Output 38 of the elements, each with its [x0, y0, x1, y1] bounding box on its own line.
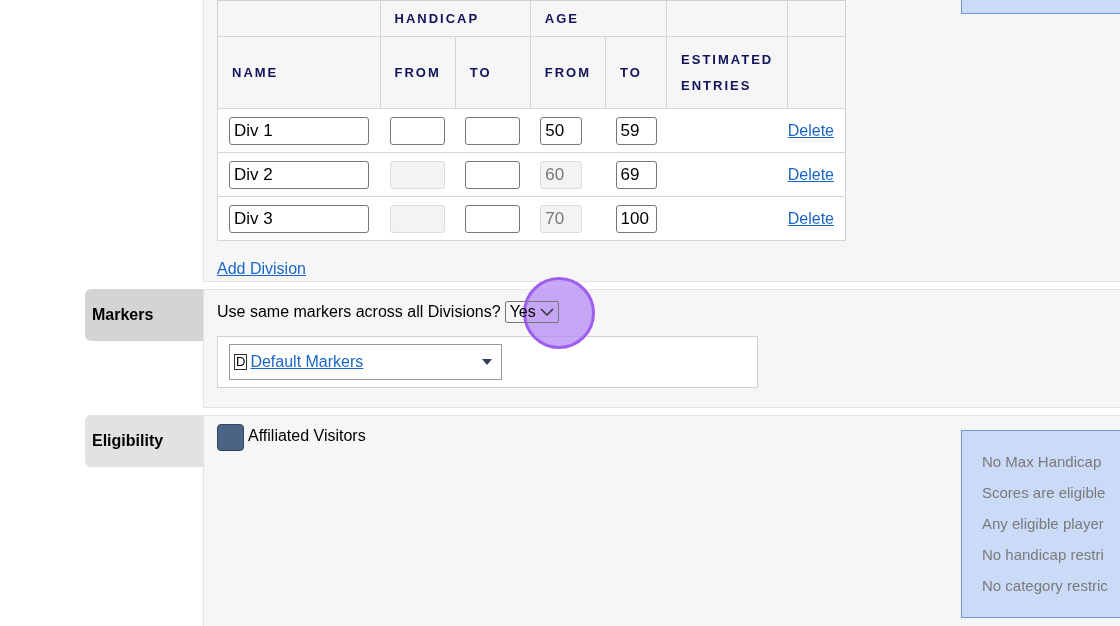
number-field[interactable] [465, 204, 521, 233]
delete-link[interactable]: Delete [787, 165, 834, 183]
column-header: AGE [530, 0, 667, 37]
summary-text: No category restric [982, 576, 1109, 596]
number-field[interactable]: 100 [615, 204, 657, 233]
column-header: TO [455, 36, 531, 109]
number-field[interactable] [465, 116, 521, 145]
column-header: ESTIMATED ENTRIES [666, 36, 788, 109]
number-field[interactable]: 69 [615, 160, 657, 189]
name-field[interactable]: Div 3 [229, 204, 369, 233]
marker-badge: D [234, 354, 248, 370]
column-header: HANDICAP [380, 0, 531, 37]
column-header: NAME [217, 36, 380, 109]
default-markers-link[interactable]: Default Markers [250, 350, 364, 374]
column-header: FROM [380, 36, 456, 109]
checkbox[interactable] [217, 424, 244, 451]
checkbox-label: Affiliated Visitors [248, 426, 366, 446]
markers-select[interactable]: D Default Markers [229, 344, 502, 380]
name-field[interactable]: Div 1 [229, 116, 369, 145]
number-field[interactable] [465, 160, 521, 189]
delete-link[interactable]: Delete [787, 209, 834, 227]
summary-text: No Max Handicap [982, 452, 1103, 472]
summary-text: No handicap restri [982, 545, 1105, 565]
column-header: TO [605, 36, 667, 109]
summary-text: Any eligible player [982, 514, 1105, 534]
name-field[interactable]: Div 2 [229, 160, 369, 189]
column-header: FROM [530, 36, 606, 109]
delete-link[interactable]: Delete [787, 121, 834, 139]
number-field[interactable]: 59 [615, 116, 657, 145]
number-field[interactable]: 50 [540, 116, 583, 145]
section-label: Eligibility [85, 415, 203, 467]
section-label: Markers [85, 289, 203, 341]
add-division-link[interactable]: Add Division [217, 257, 306, 281]
question-text: Use same markers across all Divisions? [217, 302, 501, 322]
dropdown-caret-icon [482, 359, 492, 365]
summary-text: Scores are eligible [982, 483, 1107, 503]
chevron-down-icon [539, 307, 554, 317]
number-field[interactable] [390, 116, 445, 145]
